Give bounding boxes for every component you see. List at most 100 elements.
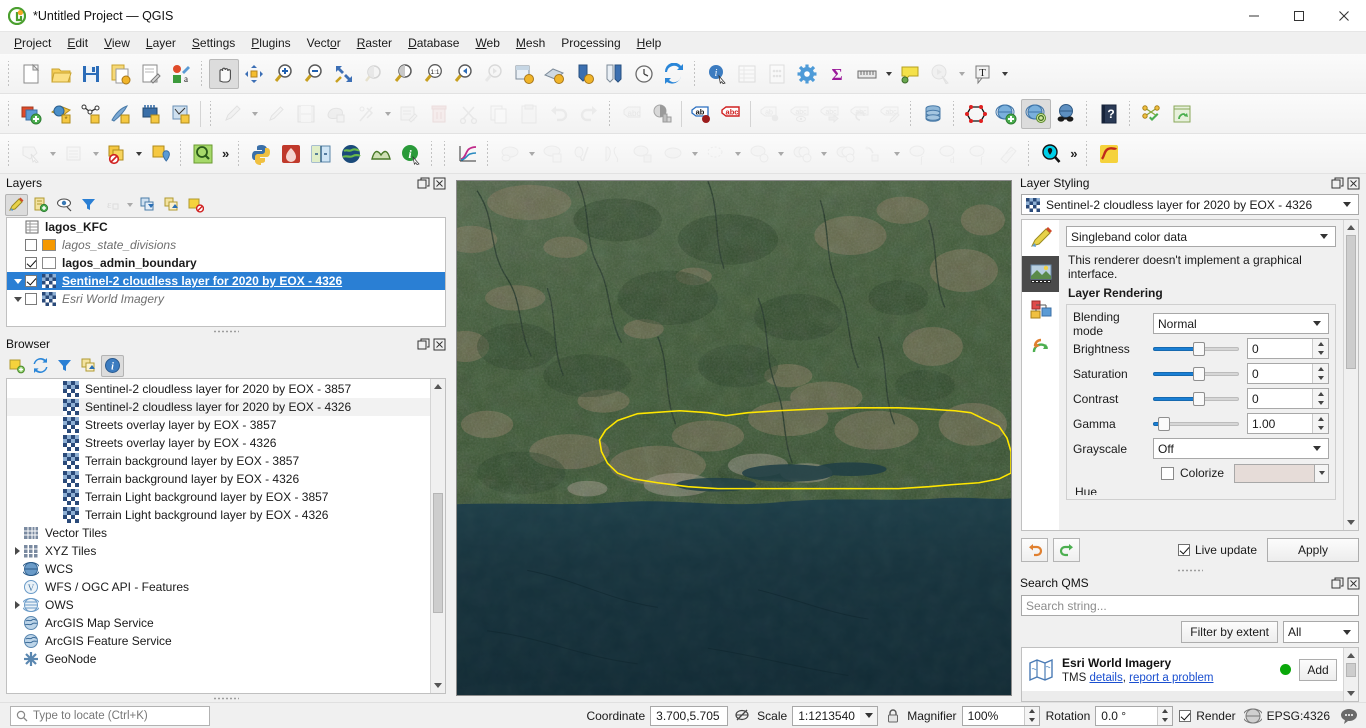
geoprocessing-button[interactable] bbox=[495, 139, 525, 169]
digitize-shape-button[interactable] bbox=[961, 99, 991, 129]
live-update-checkbox[interactable] bbox=[1177, 544, 1190, 556]
refresh-button[interactable] bbox=[659, 59, 689, 89]
layer-selector-combo[interactable]: Sentinel-2 cloudless layer for 2020 by E… bbox=[1021, 194, 1359, 215]
toolbar-handle[interactable] bbox=[485, 140, 493, 167]
merge-caret[interactable] bbox=[817, 139, 830, 169]
colorize-checkbox[interactable] bbox=[1161, 466, 1174, 480]
crs-globe-icon[interactable] bbox=[1242, 707, 1264, 725]
filter-legend-button[interactable] bbox=[77, 194, 100, 216]
manage-map-themes-button[interactable] bbox=[53, 194, 76, 216]
toolbar-handle[interactable] bbox=[6, 100, 13, 127]
toolbar-handle[interactable] bbox=[908, 100, 915, 127]
profile-button[interactable] bbox=[860, 139, 890, 169]
menu-edit[interactable]: Edit bbox=[59, 34, 96, 52]
gamma-slider[interactable] bbox=[1153, 413, 1239, 434]
menu-vector[interactable]: Vector bbox=[299, 34, 349, 52]
vertex-dropdown-caret[interactable] bbox=[381, 99, 394, 129]
zoom-to-selection-button[interactable] bbox=[359, 59, 389, 89]
zoom-next-button[interactable] bbox=[479, 59, 509, 89]
add-wms-layer-button[interactable]: * bbox=[46, 99, 76, 129]
swipe-tool-button[interactable] bbox=[306, 139, 336, 169]
layer-row-sentinel2-4326[interactable]: Sentinel-2 cloudless layer for 2020 by E… bbox=[7, 272, 445, 290]
browser-list-item[interactable]: Terrain background layer by EOX - 3857 bbox=[7, 452, 430, 470]
browser-list-item[interactable]: WCS bbox=[7, 560, 430, 578]
spin-up[interactable] bbox=[1025, 707, 1039, 716]
saturation-spinbox[interactable]: 0 bbox=[1247, 363, 1329, 384]
pin-labels-button[interactable]: ab bbox=[686, 99, 716, 129]
layer-visibility-checkbox[interactable] bbox=[25, 275, 37, 287]
options-button[interactable] bbox=[792, 59, 822, 89]
collapse-all-browser-button[interactable] bbox=[77, 355, 100, 377]
filter-by-extent-button[interactable]: Filter by extent bbox=[1181, 621, 1278, 643]
temporal-controller-button[interactable] bbox=[629, 59, 659, 89]
toolbar-handle[interactable] bbox=[442, 140, 450, 167]
qms-results-list[interactable]: Esri World Imagery TMS details, report a… bbox=[1021, 647, 1359, 702]
menu-project[interactable]: Project bbox=[6, 34, 59, 52]
scroll-up-button[interactable] bbox=[431, 379, 445, 394]
refresh-browser-button[interactable] bbox=[29, 355, 52, 377]
layer-labeling-button[interactable]: abc bbox=[617, 99, 647, 129]
collapse-all-button[interactable] bbox=[160, 194, 183, 216]
scroll-track[interactable] bbox=[1344, 235, 1358, 515]
filter-browser-button[interactable] bbox=[53, 355, 76, 377]
close-button[interactable] bbox=[1321, 0, 1366, 32]
crs-label[interactable]: EPSG:4326 bbox=[1267, 709, 1330, 723]
histogram-tab[interactable] bbox=[1022, 292, 1060, 328]
geoprocessing-caret[interactable] bbox=[525, 139, 538, 169]
toolbar-handle[interactable] bbox=[692, 60, 699, 87]
properties-widget-button[interactable]: i bbox=[101, 354, 124, 377]
renderer-combo[interactable]: Singleband color data bbox=[1066, 226, 1336, 247]
brightness-spinbox[interactable]: 0 bbox=[1247, 338, 1329, 359]
toolbar-overflow-chevron[interactable]: » bbox=[218, 146, 233, 161]
magnifier-spinbox[interactable]: 100% bbox=[961, 705, 1040, 726]
browser-list-item[interactable]: ArcGIS Map Service bbox=[7, 614, 430, 632]
info-button[interactable]: i bbox=[396, 139, 426, 169]
spin-down[interactable] bbox=[1313, 399, 1328, 409]
toolbar-handle[interactable] bbox=[199, 60, 206, 87]
georeferencer-button[interactable] bbox=[276, 139, 306, 169]
toolbar-handle[interactable] bbox=[1026, 140, 1034, 167]
browser-list-item[interactable]: Vector Tiles bbox=[7, 524, 430, 542]
bookmarks-dropdown-caret[interactable] bbox=[955, 59, 968, 89]
lock-icon[interactable] bbox=[884, 707, 902, 725]
new-print-layout-button[interactable] bbox=[569, 59, 599, 89]
dock-bottom-grip[interactable] bbox=[0, 694, 452, 702]
help-button[interactable]: ? bbox=[1094, 99, 1124, 129]
toolbar-handle[interactable] bbox=[1127, 100, 1134, 127]
metasearch-button[interactable] bbox=[1021, 98, 1051, 129]
browser-list-item[interactable]: Terrain Light background layer by EOX - … bbox=[7, 506, 430, 524]
float-panel-icon[interactable] bbox=[1331, 577, 1344, 590]
scroll-up-button[interactable] bbox=[1344, 220, 1358, 235]
spin-down[interactable] bbox=[1313, 374, 1328, 384]
scale-field[interactable]: 1:1213540 bbox=[792, 705, 867, 726]
project-properties-button[interactable] bbox=[136, 59, 166, 89]
expand-all-button[interactable] bbox=[136, 194, 159, 216]
scroll-track[interactable] bbox=[1344, 663, 1358, 686]
browser-list-item[interactable]: ArcGIS Feature Service bbox=[7, 632, 430, 650]
browser-list-item[interactable]: OWS bbox=[7, 596, 430, 614]
messages-icon[interactable] bbox=[1340, 707, 1358, 725]
toolbar-handle[interactable] bbox=[6, 140, 13, 167]
clip-button[interactable] bbox=[538, 139, 568, 169]
scale-dropdown[interactable] bbox=[860, 705, 879, 726]
browser-list-item[interactable]: Sentinel-2 cloudless layer for 2020 by E… bbox=[7, 398, 430, 416]
deselect-dropdown-caret[interactable] bbox=[89, 139, 102, 169]
dissolve-button[interactable] bbox=[598, 139, 628, 169]
zoom-full-button[interactable] bbox=[329, 59, 359, 89]
chevron-down-icon[interactable] bbox=[1340, 630, 1354, 635]
browser-list-item[interactable]: Terrain background layer by EOX - 4326 bbox=[7, 470, 430, 488]
save-project-button[interactable] bbox=[76, 59, 106, 89]
undo-button[interactable] bbox=[1021, 538, 1048, 562]
change-label-button[interactable]: abc bbox=[875, 99, 905, 129]
live-update-checkbox-row[interactable]: Live update bbox=[1177, 543, 1257, 557]
details-link[interactable]: details bbox=[1089, 672, 1122, 684]
spin-down[interactable] bbox=[1313, 349, 1328, 359]
menu-web[interactable]: Web bbox=[467, 34, 507, 52]
scroll-down-button[interactable] bbox=[1344, 686, 1358, 701]
menu-raster[interactable]: Raster bbox=[349, 34, 400, 52]
styling-vertical-scrollbar[interactable] bbox=[1343, 220, 1358, 530]
measure-line-button[interactable] bbox=[852, 59, 882, 89]
text-annotation-button[interactable]: T bbox=[968, 59, 998, 89]
layer-row-esri-world-imagery[interactable]: Esri World Imagery bbox=[7, 290, 445, 308]
add-wms-layer-2-button[interactable] bbox=[991, 99, 1021, 129]
